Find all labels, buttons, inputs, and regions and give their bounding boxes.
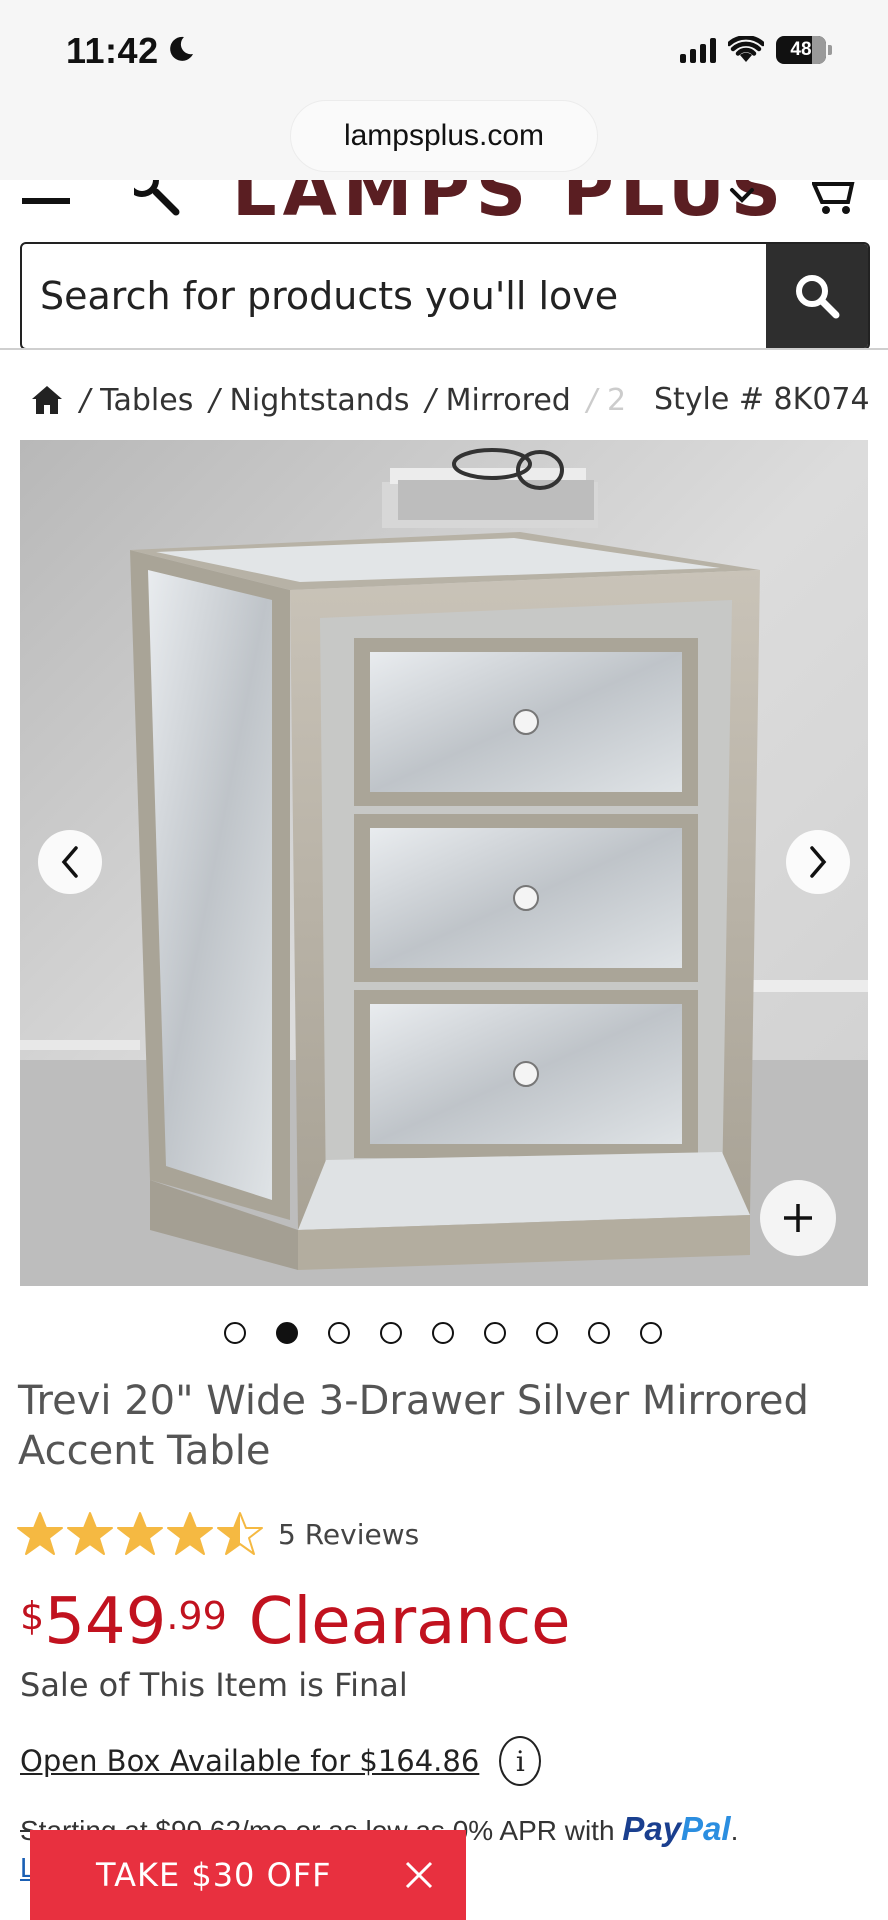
paypal-logo: PayPal bbox=[622, 1810, 731, 1847]
price-cents: .99 bbox=[166, 1594, 227, 1638]
wifi-icon bbox=[728, 36, 764, 62]
price-dollars: 549 bbox=[44, 1585, 167, 1659]
gallery-dot[interactable] bbox=[640, 1322, 662, 1344]
home-icon[interactable] bbox=[30, 384, 64, 416]
plus-icon bbox=[784, 1204, 812, 1232]
financing-apr: 0% APR with bbox=[452, 1815, 615, 1846]
browser-url-area: lampsplus.com bbox=[0, 100, 888, 180]
star-icon bbox=[117, 1512, 163, 1555]
url-bar[interactable]: lampsplus.com bbox=[290, 100, 598, 172]
cart-icon[interactable] bbox=[812, 180, 862, 216]
product-image[interactable] bbox=[20, 440, 868, 1286]
breadcrumb-item-truncated[interactable]: 2 bbox=[607, 383, 626, 418]
signal-icon bbox=[680, 37, 716, 63]
chevron-down-icon[interactable] bbox=[728, 186, 756, 206]
gallery-prev-button[interactable] bbox=[38, 830, 102, 894]
breadcrumb-item-tables[interactable]: Tables bbox=[100, 383, 193, 418]
breadcrumb-item-nightstands[interactable]: Nightstands bbox=[229, 383, 409, 418]
review-count[interactable]: 5 Reviews bbox=[278, 1518, 419, 1551]
search-icon[interactable] bbox=[134, 180, 180, 216]
gallery-dot[interactable] bbox=[224, 1322, 246, 1344]
search-icon bbox=[796, 275, 840, 319]
status-time: 11:42 bbox=[66, 30, 159, 71]
nightstand-illustration bbox=[20, 440, 868, 1286]
price: $ 549 .99 Clearance bbox=[20, 1584, 571, 1664]
open-box-link[interactable]: Open Box Available for $164.86 bbox=[20, 1744, 479, 1778]
search-bar bbox=[20, 242, 870, 350]
breadcrumb-item-mirrored[interactable]: Mirrored bbox=[446, 383, 571, 418]
star-icon bbox=[217, 1512, 263, 1555]
gallery-dot[interactable] bbox=[432, 1322, 454, 1344]
zoom-button[interactable] bbox=[760, 1180, 836, 1256]
gallery-dot[interactable] bbox=[276, 1322, 298, 1344]
promo-label[interactable]: TAKE $30 OFF bbox=[96, 1856, 332, 1894]
close-icon[interactable] bbox=[404, 1860, 434, 1890]
gallery-next-button[interactable] bbox=[786, 830, 850, 894]
moon-icon bbox=[170, 36, 193, 61]
star-icon bbox=[167, 1512, 213, 1555]
chevron-left-icon bbox=[61, 846, 78, 878]
open-box-row: Open Box Available for $164.86 i bbox=[20, 1736, 542, 1786]
clearance-label: Clearance bbox=[248, 1585, 571, 1659]
star-icon bbox=[67, 1512, 113, 1555]
search-button[interactable] bbox=[766, 244, 868, 348]
gallery-dot[interactable] bbox=[380, 1322, 402, 1344]
battery-level: 48 bbox=[790, 39, 812, 60]
gallery-dot[interactable] bbox=[536, 1322, 558, 1344]
product-rating[interactable]: 5 Reviews bbox=[16, 1506, 419, 1562]
breadcrumb: / Tables / Nightstands / Mirrored / 2 bbox=[30, 376, 630, 424]
chevron-right-icon bbox=[810, 846, 827, 878]
search-input[interactable] bbox=[22, 244, 767, 348]
gallery-dot[interactable] bbox=[328, 1322, 350, 1344]
menu-icon[interactable] bbox=[22, 198, 70, 204]
status-bar: 11:42 48 bbox=[0, 0, 888, 100]
site-logo[interactable]: LAMPS PLUS bbox=[232, 180, 787, 216]
site-header: LAMPS PLUS bbox=[0, 180, 888, 216]
promo-banner[interactable]: TAKE $30 OFF bbox=[30, 1830, 466, 1920]
star-rating bbox=[16, 1510, 264, 1558]
star-icon bbox=[17, 1512, 63, 1555]
info-icon[interactable]: i bbox=[499, 1736, 542, 1786]
status-icons: 48 bbox=[680, 34, 832, 66]
style-number: Style # 8K074 bbox=[654, 382, 870, 417]
gallery-dot[interactable] bbox=[484, 1322, 506, 1344]
gallery-pagination bbox=[224, 1322, 662, 1346]
header-divider bbox=[0, 348, 888, 350]
battery-icon: 48 bbox=[776, 36, 832, 64]
price-currency: $ bbox=[20, 1594, 45, 1638]
product-title: Trevi 20" Wide 3-Drawer Silver Mirrored … bbox=[18, 1378, 809, 1474]
sale-final-note: Sale of This Item is Final bbox=[20, 1666, 408, 1704]
gallery-dot[interactable] bbox=[588, 1322, 610, 1344]
